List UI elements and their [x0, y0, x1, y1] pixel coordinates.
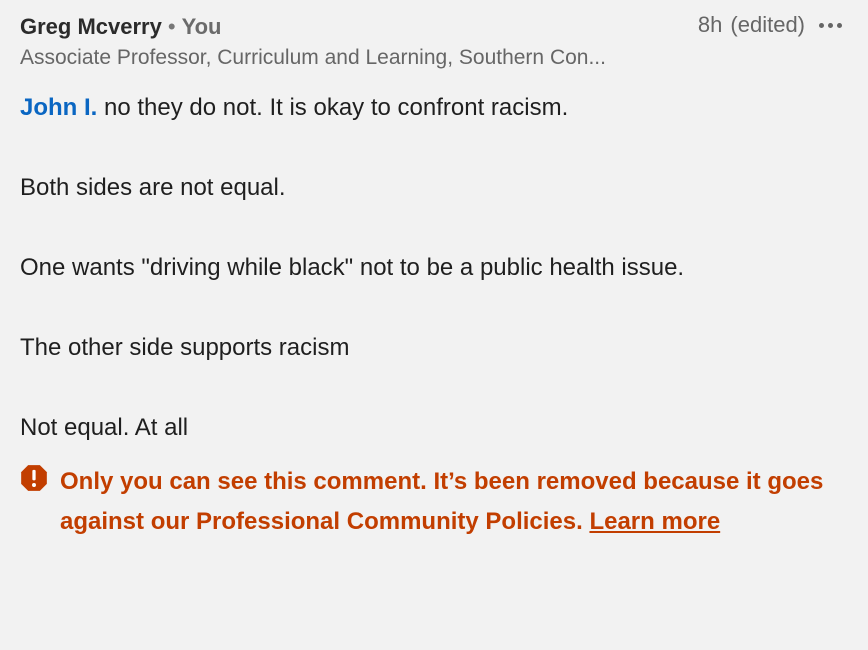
- mention-link[interactable]: John I.: [20, 94, 97, 121]
- removed-notice: Only you can see this comment. It’s been…: [20, 462, 848, 542]
- edited-label: (edited): [730, 12, 805, 37]
- warning-octagon-icon: [21, 465, 47, 491]
- comment-body: John I. no they do not. It is okay to co…: [20, 88, 848, 448]
- comment-line: One wants "driving while black" not to b…: [20, 254, 685, 281]
- comment-card: Greg Mcverry • You 8h (edited) Associate P…: [0, 0, 868, 650]
- comment-time: 8h: [697, 12, 723, 37]
- author-headline: Associate Professor, Curriculum and Lear…: [20, 46, 606, 69]
- comment-meta: 8h (edited): [698, 12, 842, 38]
- comment-line: John I. no they do not. It is okay to co…: [20, 88, 848, 128]
- author-name[interactable]: Greg Mcverry: [20, 14, 162, 40]
- comment-line-text: no they do not. It is okay to confront r…: [97, 94, 569, 121]
- learn-more-link[interactable]: Learn more: [589, 508, 720, 535]
- comment-line: Not equal. At all: [20, 414, 189, 441]
- you-badge: You: [181, 14, 222, 39]
- more-options-icon[interactable]: [819, 22, 842, 28]
- comment-line: The other side supports racism: [20, 334, 350, 361]
- comment-line: Both sides are not equal.: [20, 174, 286, 201]
- comment-header: Greg Mcverry • You 8h (edited): [20, 12, 848, 44]
- separator-dot: •: [167, 14, 176, 39]
